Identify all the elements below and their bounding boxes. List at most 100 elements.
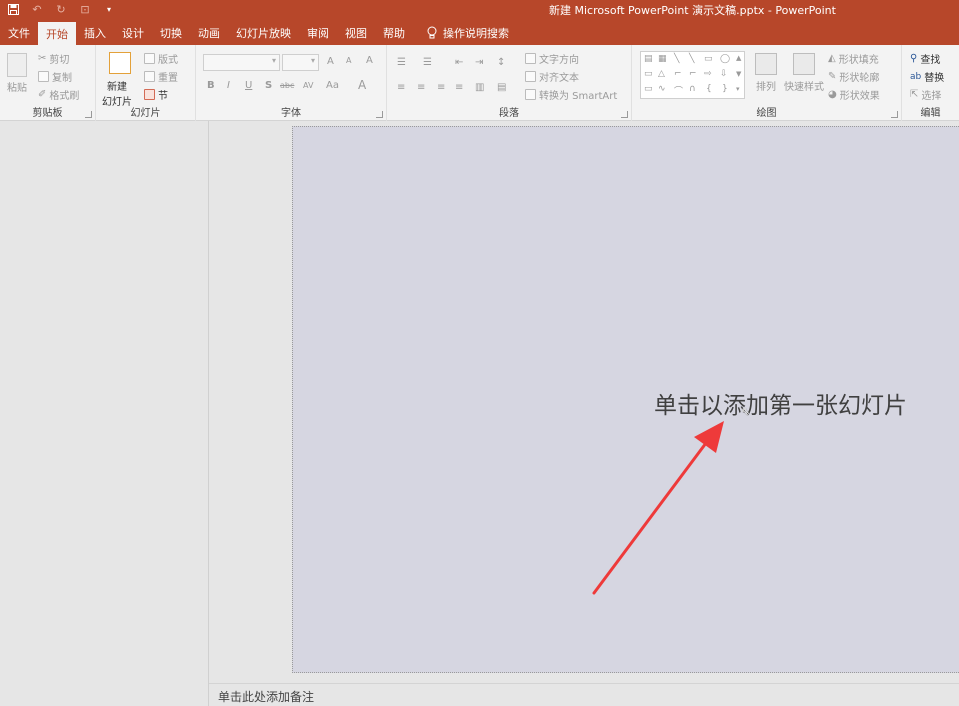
gallery-more-icon[interactable]: ▾ (736, 85, 740, 93)
gallery-scroll-up-icon[interactable]: ▲ (736, 54, 741, 62)
underline-button[interactable]: U (245, 80, 252, 91)
shape-outline-button[interactable]: ✎ 形状轮廓 (828, 69, 879, 84)
bullets-button[interactable]: ☰ (397, 57, 406, 68)
brush-icon: ✐ (38, 89, 47, 100)
paste-button[interactable]: 粘贴 (7, 79, 27, 94)
curve-shape-icon: ∩ (689, 84, 696, 94)
grow-font-button[interactable]: A (327, 56, 334, 67)
numbering-icon: ☰ (423, 57, 432, 68)
font-launcher-icon[interactable] (376, 111, 383, 118)
tab-design[interactable]: 设计 (114, 20, 152, 45)
effects-icon: ◕ (828, 89, 837, 100)
strikethrough-button[interactable]: abc (280, 81, 294, 90)
columns-button[interactable]: ▥ (475, 82, 484, 93)
notes-pane[interactable]: 单击此处添加备注 (209, 683, 959, 706)
char-spacing-button[interactable]: AV (303, 81, 313, 90)
copy-button[interactable]: 复制 (38, 69, 72, 84)
format-painter-button[interactable]: ✐ 格式刷 (38, 87, 79, 102)
align-center-button[interactable]: ≡ (417, 82, 425, 93)
save-icon[interactable] (6, 2, 20, 16)
shape-effects-button[interactable]: ◕ 形状效果 (828, 87, 880, 102)
change-case-button[interactable]: Aa (326, 80, 339, 91)
ribbon-tabs: 文件 开始 插入 设计 切换 动画 幻灯片放映 审阅 视图 帮助 操作说明搜索 (0, 20, 959, 45)
tab-slideshow[interactable]: 幻灯片放映 (228, 20, 299, 45)
reset-button[interactable]: 重置 (144, 69, 178, 84)
justify-icon: ≡ (455, 82, 464, 93)
align-text-button[interactable]: 对齐文本 (525, 69, 579, 84)
arrange-button[interactable]: 排列 (756, 78, 776, 93)
font-name-combo[interactable] (203, 54, 280, 71)
arrange-icon (755, 53, 777, 75)
font-color-button[interactable]: A (358, 78, 366, 92)
customize-qat-icon[interactable]: ▾ (102, 2, 116, 16)
rounded-rect-shape-icon: ▭ (644, 69, 653, 79)
align-center-icon: ≡ (417, 82, 426, 93)
paragraph-group: ☰ ☰ ⇤ ⇥ ↕ ≡ ≡ ≡ ≡ ▥ ▤ 文字方向 对齐文本 转换为 Smar… (387, 45, 632, 121)
arrow-shape-icon: ⇨ (704, 69, 712, 79)
arc-shape-icon: ⌒ (674, 87, 684, 97)
outdent-icon: ⇤ (455, 57, 464, 68)
search-icon: ⚲ (910, 53, 918, 64)
drawing-launcher-icon[interactable] (891, 111, 898, 118)
slide-thumbnails-pane[interactable] (0, 121, 209, 706)
borders-icon: ▤ (497, 82, 507, 93)
shapes-gallery[interactable]: ▤ ▦ ╲ ╲ ▭ ◯ ▭ △ ⌐ ⌐ ⇨ ⇩ ▭ ∿ ⌒ ∩ { } ▲ ▼ … (640, 51, 745, 99)
tab-animations[interactable]: 动画 (190, 20, 228, 45)
notes-placeholder[interactable]: 单击此处添加备注 (218, 688, 314, 705)
bullets-icon: ☰ (397, 57, 406, 68)
borders-button[interactable]: ▤ (497, 82, 506, 93)
textbox-shape-icon: ▤ (644, 54, 653, 64)
paste-icon (7, 53, 27, 77)
shape-fill-button[interactable]: ◭ 形状填充 (828, 51, 879, 66)
triangle-shape-icon: △ (658, 69, 665, 79)
align-left-button[interactable]: ≡ (397, 82, 405, 93)
text-direction-button[interactable]: 文字方向 (525, 51, 579, 66)
elbow2-shape-icon: ⌐ (689, 69, 697, 79)
quick-styles-button[interactable]: 快速样式 (784, 78, 824, 93)
convert-smartart-button[interactable]: 转换为 SmartArt (525, 87, 617, 102)
cut-button[interactable]: ✂ 剪切 (38, 51, 69, 66)
numbering-button[interactable]: ☰ (423, 57, 432, 68)
brace-open-shape-icon: { (706, 84, 712, 94)
drawing-group-label: 绘图 (756, 108, 777, 119)
tell-me-label: 操作说明搜索 (443, 26, 509, 40)
line2-shape-icon: ╲ (689, 54, 695, 64)
align-right-button[interactable]: ≡ (437, 82, 445, 93)
tell-me-search[interactable]: 操作说明搜索 (413, 20, 517, 45)
select-button[interactable]: ⇱ 选择 (910, 87, 941, 102)
clipboard-group: 粘贴 ✂ 剪切 复制 ✐ 格式刷 剪贴板 (0, 45, 96, 121)
paragraph-launcher-icon[interactable] (621, 111, 628, 118)
quick-access-toolbar: ↶ ↻ ⊡ ▾ (6, 2, 116, 16)
replace-button[interactable]: ab 替换 (910, 69, 944, 85)
tab-transitions[interactable]: 切换 (152, 20, 190, 45)
justify-button[interactable]: ≡ (455, 82, 463, 93)
tab-file[interactable]: 文件 (0, 20, 38, 45)
section-button[interactable]: 节 (144, 87, 168, 102)
copy-icon (38, 71, 49, 82)
tab-insert[interactable]: 插入 (76, 20, 114, 45)
brace-close-shape-icon: } (722, 84, 728, 94)
gallery-scroll-down-icon[interactable]: ▼ (736, 70, 741, 78)
shrink-font-button[interactable]: A (346, 56, 351, 65)
tab-help[interactable]: 帮助 (375, 20, 413, 45)
find-button[interactable]: ⚲ 查找 (910, 51, 940, 66)
undo-icon[interactable]: ↶ (30, 2, 44, 16)
bold-button[interactable]: B (207, 80, 215, 91)
pen-icon: ✎ (828, 71, 837, 82)
redo-icon[interactable]: ↻ (54, 2, 68, 16)
font-size-combo[interactable] (282, 54, 319, 71)
tab-review[interactable]: 审阅 (299, 20, 337, 45)
tab-view[interactable]: 视图 (337, 20, 375, 45)
clipboard-launcher-icon[interactable] (85, 111, 92, 118)
italic-button[interactable]: I (227, 80, 230, 91)
start-from-beginning-icon[interactable]: ⊡ (78, 2, 92, 16)
tab-home[interactable]: 开始 (38, 22, 76, 45)
clear-format-button[interactable]: A (366, 55, 373, 66)
line-spacing-button[interactable]: ↕ (497, 57, 505, 68)
replace-icon: ab (910, 71, 922, 82)
align-text-icon (525, 71, 536, 82)
increase-indent-button[interactable]: ⇥ (475, 57, 483, 68)
layout-button[interactable]: 版式 (144, 51, 178, 66)
shadow-button[interactable]: S (265, 80, 272, 91)
decrease-indent-button[interactable]: ⇤ (455, 57, 463, 68)
